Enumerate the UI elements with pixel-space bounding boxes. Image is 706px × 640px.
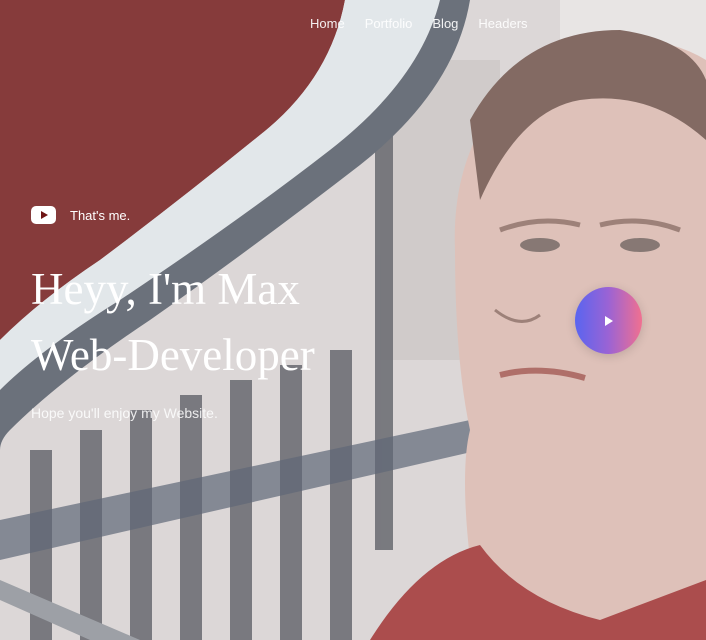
main-nav: Home Portfolio Blog Headers	[310, 16, 548, 31]
hero-headline: Heyy, I'm Max Web-Developer	[31, 256, 315, 388]
play-icon	[605, 316, 613, 326]
nav-headers[interactable]: Headers	[478, 16, 527, 31]
tagline: That's me.	[31, 206, 130, 224]
nav-portfolio[interactable]: Portfolio	[365, 16, 413, 31]
headline-line-1: Heyy, I'm Max	[31, 264, 300, 314]
nav-home[interactable]: Home	[310, 16, 345, 31]
hero-subtitle: Hope you'll enjoy my Website.	[31, 405, 218, 421]
headline-line-2: Web-Developer	[31, 330, 315, 380]
youtube-icon[interactable]	[31, 206, 56, 224]
hero-section: Home Portfolio Blog Headers That's me. H…	[0, 0, 706, 640]
tagline-text: That's me.	[70, 207, 131, 223]
nav-blog[interactable]: Blog	[432, 16, 458, 31]
play-video-button[interactable]	[575, 287, 642, 354]
